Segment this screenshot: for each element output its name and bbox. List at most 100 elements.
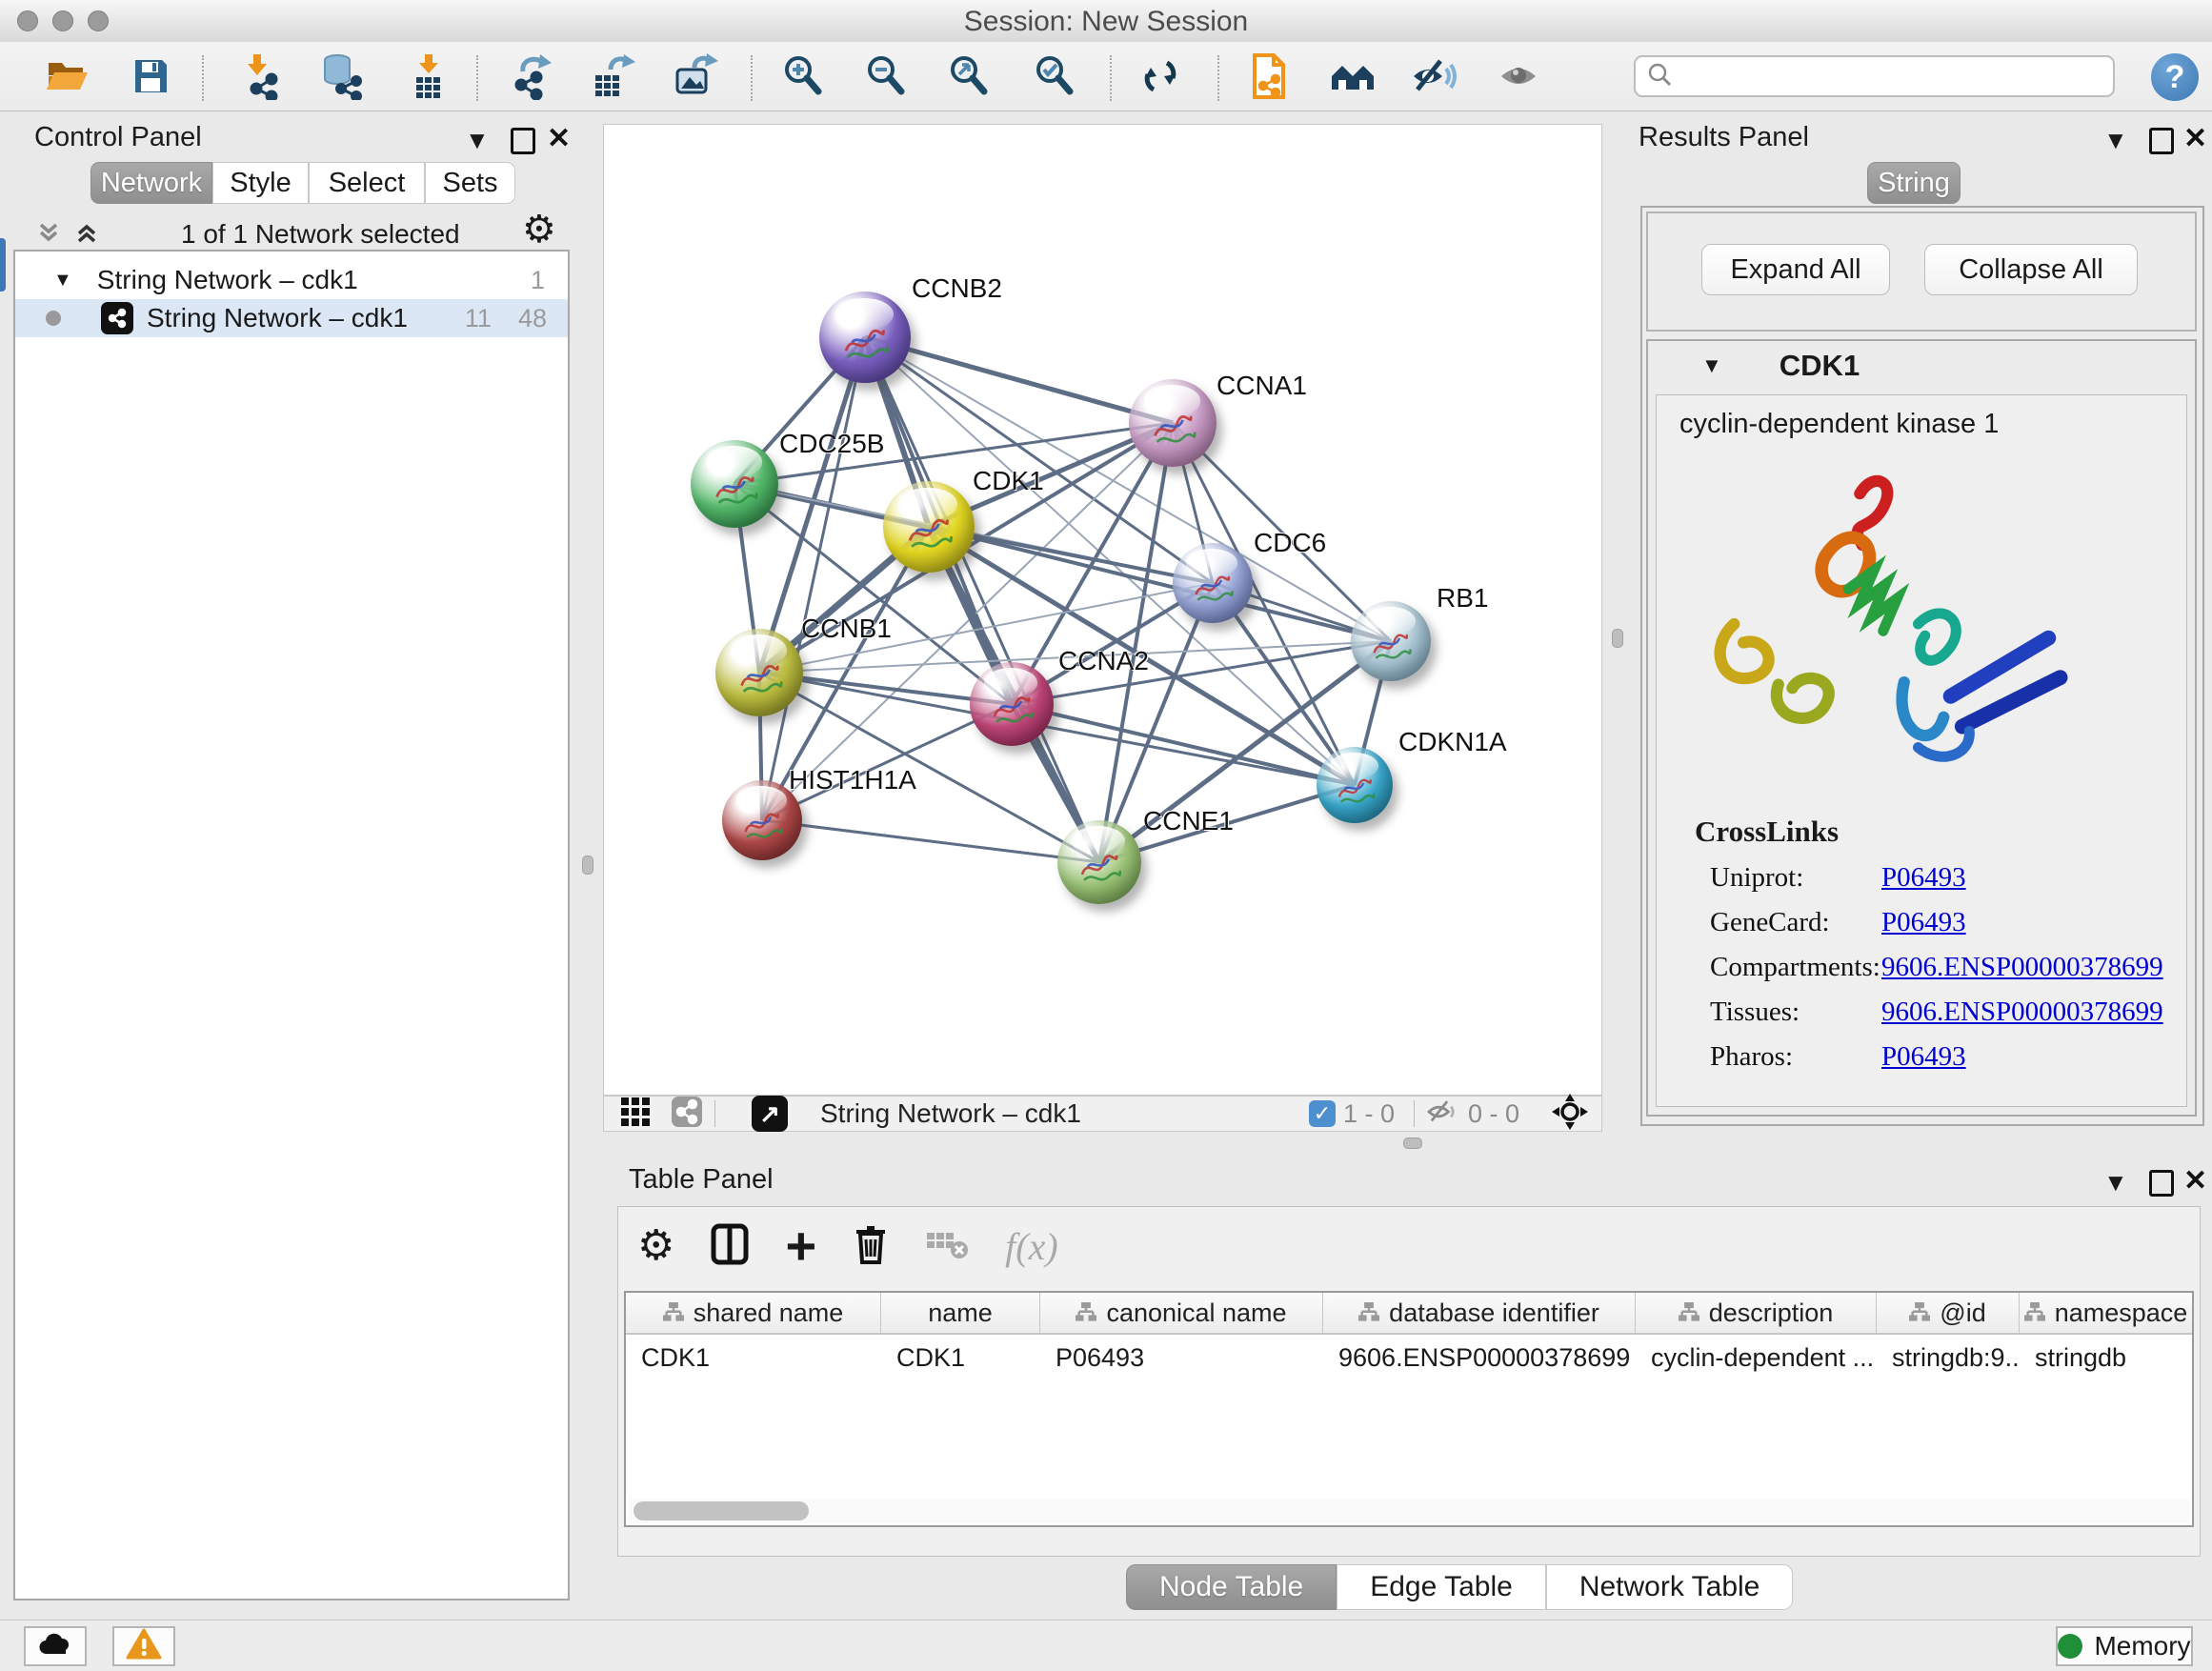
string-import-button[interactable] [1242, 51, 1296, 105]
show-all-button[interactable] [1492, 51, 1545, 105]
control-panel-menu-icon[interactable]: ▼ [465, 126, 490, 155]
control-panel-float-icon[interactable] [511, 128, 535, 154]
cell-namespace[interactable]: stringdb [2020, 1335, 2192, 1380]
table-panel-float-icon[interactable] [2149, 1170, 2174, 1197]
import-network-database-button[interactable] [314, 51, 368, 105]
cell-name[interactable]: CDK1 [881, 1335, 1040, 1380]
tab-sets[interactable]: Sets [425, 162, 515, 204]
network-options-gear-icon[interactable]: ⚙ [522, 213, 556, 246]
table-horizontal-scrollbar[interactable] [628, 1499, 2190, 1523]
network-node-CDK1[interactable] [883, 481, 975, 573]
export-image-button[interactable] [669, 51, 722, 105]
table-options-gear-icon[interactable]: ⚙ [637, 1230, 674, 1262]
network-node-CCNB2[interactable] [819, 292, 911, 383]
save-session-button[interactable] [124, 51, 177, 105]
control-panel-close-icon[interactable]: ✕ [547, 122, 571, 155]
tab-node-table[interactable]: Node Table [1126, 1564, 1337, 1610]
network-node-CCNB1[interactable] [715, 629, 803, 716]
crosslink-link[interactable]: 9606.ENSP00000378699 [1881, 952, 2163, 983]
delete-table-icon[interactable] [925, 1227, 969, 1266]
zoom-selected-button[interactable] [1029, 51, 1082, 105]
zoom-out-button[interactable] [860, 51, 914, 105]
grid-view-icon[interactable] [619, 1096, 652, 1133]
left-splitter-handle[interactable] [582, 856, 593, 875]
results-panel-float-icon[interactable] [2149, 128, 2174, 154]
tab-network-table[interactable]: Network Table [1546, 1564, 1794, 1610]
node-section-header[interactable]: ▼ CDK1 [1648, 341, 2195, 391]
right-splitter-handle[interactable] [1612, 629, 1623, 648]
collapse-all-button[interactable]: Collapse All [1924, 244, 2138, 295]
cell-description[interactable]: cyclin-dependent ... [1636, 1335, 1877, 1380]
network-row[interactable]: String Network – cdk1 11 48 [15, 299, 568, 337]
network-list-icon[interactable] [671, 1096, 703, 1133]
column-header-database-identifier[interactable]: database identifier [1323, 1293, 1636, 1333]
delete-column-icon[interactable] [853, 1222, 889, 1271]
tab-string[interactable]: String [1867, 162, 1961, 204]
cell-id[interactable]: stringdb:9... [1877, 1335, 2020, 1380]
add-column-icon[interactable]: + [785, 1227, 816, 1265]
cloud-status-button[interactable] [24, 1626, 87, 1666]
selected-nodes-checkbox[interactable]: ✓ [1309, 1100, 1336, 1127]
table-panel-menu-icon[interactable]: ▼ [2103, 1168, 2128, 1198]
crosslink-link[interactable]: 9606.ENSP00000378699 [1881, 997, 2163, 1028]
network-node-CCNA1[interactable] [1129, 379, 1217, 467]
cell-shared-name[interactable]: CDK1 [626, 1335, 881, 1380]
cell-canonical-name[interactable]: P06493 [1040, 1335, 1323, 1380]
detach-view-icon[interactable]: ↗ [752, 1096, 788, 1132]
scrollbar-thumb[interactable] [633, 1501, 809, 1520]
cell-database-identifier[interactable]: 9606.ENSP00000378699 [1323, 1335, 1636, 1380]
network-node-CDC25B[interactable] [691, 440, 778, 528]
network-edge[interactable] [1012, 704, 1355, 785]
search-input[interactable] [1674, 61, 2113, 92]
table-panel-close-icon[interactable]: ✕ [2183, 1164, 2207, 1198]
tab-network[interactable]: Network [90, 162, 212, 204]
crosslink-link[interactable]: P06493 [1881, 862, 1966, 894]
tab-select[interactable]: Select [309, 162, 425, 204]
expand-all-button[interactable]: Expand All [1701, 244, 1890, 295]
first-neighbors-button[interactable] [1326, 51, 1379, 105]
network-collection-row[interactable]: ▼ String Network – cdk1 1 [15, 261, 568, 299]
crosslink-link[interactable]: P06493 [1881, 1041, 1966, 1073]
zoom-in-button[interactable] [777, 51, 831, 105]
collection-expander-icon[interactable]: ▼ [53, 270, 72, 292]
network-edge[interactable] [762, 337, 865, 820]
horizontal-splitter-handle[interactable] [1403, 1137, 1422, 1149]
import-network-file-button[interactable] [232, 51, 286, 105]
column-header-description[interactable]: description [1636, 1293, 1877, 1333]
network-node-CDC6[interactable] [1173, 543, 1253, 623]
section-expander-icon[interactable]: ▼ [1701, 353, 1722, 378]
crosslink-link[interactable]: P06493 [1881, 907, 1966, 938]
network-edge[interactable] [762, 820, 1099, 862]
network-node-CCNA2[interactable] [970, 662, 1054, 746]
zoom-fit-button[interactable] [943, 51, 996, 105]
network-node-CCNE1[interactable] [1057, 820, 1141, 904]
warning-status-button[interactable] [112, 1626, 175, 1666]
tab-edge-table[interactable]: Edge Table [1337, 1564, 1546, 1610]
column-header-canonical-name[interactable]: canonical name [1040, 1293, 1323, 1333]
export-table-button[interactable] [587, 51, 640, 105]
table-panel-title: Table Panel [629, 1164, 774, 1196]
network-canvas[interactable]: CCNB2CCNA1CDC25BCDK1CDC6RB1CCNB1CCNA2CDK… [603, 124, 1602, 1096]
selected-count: 1 - 0 [1343, 1099, 1395, 1129]
column-header-id[interactable]: @id [1877, 1293, 2020, 1333]
results-panel-menu-icon[interactable]: ▼ [2103, 126, 2128, 155]
tab-style[interactable]: Style [212, 162, 309, 204]
hide-selected-button[interactable] [1408, 51, 1461, 105]
birdseye-toggle-icon[interactable] [1552, 1094, 1588, 1135]
column-header-name[interactable]: name [881, 1293, 1040, 1333]
function-builder-icon[interactable]: f(x) [1005, 1224, 1058, 1269]
collapse-all-networks-icon[interactable] [74, 221, 99, 251]
results-panel-close-icon[interactable]: ✕ [2183, 122, 2207, 155]
column-header-namespace[interactable]: namespace [2020, 1293, 2192, 1333]
memory-button[interactable]: Memory [2056, 1626, 2193, 1666]
network-node-RB1[interactable] [1351, 601, 1431, 681]
column-header-shared-name[interactable]: shared name [626, 1293, 881, 1333]
network-node-CDKN1A[interactable] [1317, 747, 1393, 823]
help-button[interactable]: ? [2151, 53, 2199, 101]
refresh-button[interactable] [1134, 51, 1187, 105]
import-table-button[interactable] [402, 51, 455, 105]
expand-all-networks-icon[interactable] [36, 221, 61, 251]
export-network-button[interactable] [505, 51, 558, 105]
open-session-button[interactable] [40, 51, 93, 105]
columns-icon[interactable] [711, 1223, 749, 1270]
